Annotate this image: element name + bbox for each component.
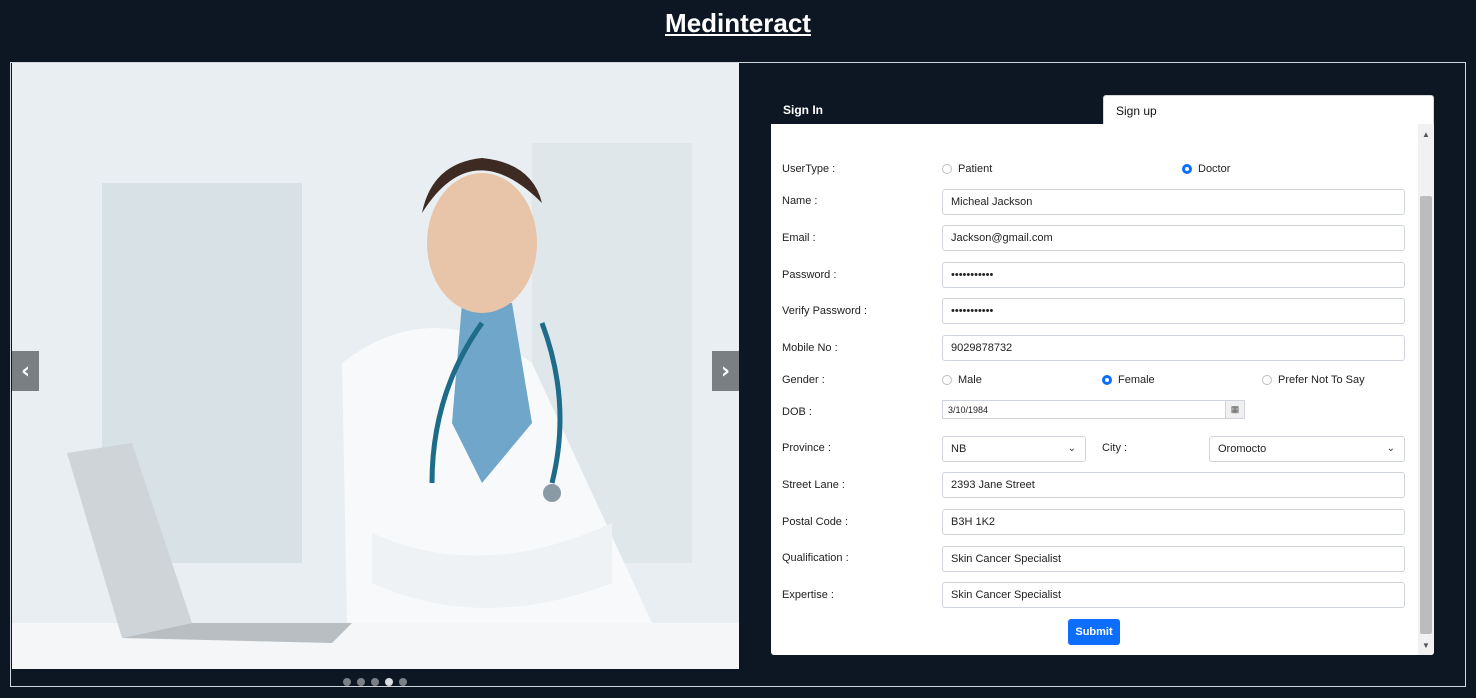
usertype-option-label: Patient (958, 163, 993, 175)
password-input[interactable]: ••••••••••• (942, 262, 1405, 288)
mobile-input[interactable]: 9029878732 (942, 335, 1405, 361)
radio-icon (942, 375, 952, 385)
carousel-dot[interactable] (343, 678, 351, 686)
dob-label: DOB : (782, 406, 812, 418)
name-label: Name : (782, 195, 818, 207)
carousel-dot-active[interactable] (385, 678, 393, 686)
carousel-dot[interactable] (399, 678, 407, 686)
gender-prefer-not-radio[interactable]: Prefer Not To Say (1262, 374, 1365, 386)
city-value: Oromocto (1218, 443, 1267, 455)
carousel-slide (12, 63, 739, 669)
calendar-icon[interactable]: ▦ (1225, 401, 1244, 418)
app-title: Medinteract (665, 8, 811, 38)
qualification-input[interactable]: Skin Cancer Specialist (942, 546, 1405, 572)
carousel-dot[interactable] (371, 678, 379, 686)
doctor-photo (12, 63, 739, 669)
gender-option-label: Male (958, 374, 982, 386)
city-select[interactable]: Oromocto ⌄ (1209, 436, 1405, 462)
radio-icon (1262, 375, 1272, 385)
province-value: NB (951, 443, 967, 455)
gender-option-label: Prefer Not To Say (1278, 374, 1365, 386)
street-label: Street Lane : (782, 479, 845, 491)
verify-password-label: Verify Password : (782, 305, 867, 317)
name-input[interactable]: Micheal Jackson (942, 189, 1405, 215)
radio-checked-icon (1102, 375, 1112, 385)
gender-label: Gender : (782, 374, 825, 386)
scroll-down-icon[interactable]: ▼ (1418, 637, 1434, 653)
gender-male-radio[interactable]: Male (942, 374, 982, 386)
chevron-down-icon: ⌄ (1067, 443, 1076, 454)
usertype-option-label: Doctor (1198, 163, 1231, 175)
signup-form: UserType : Patient Doctor Name : Micheal… (771, 124, 1434, 655)
province-label: Province : (782, 442, 831, 454)
password-label: Password : (782, 269, 837, 281)
chevron-down-icon: ⌄ (1386, 443, 1395, 454)
scrollbar-thumb[interactable] (1420, 196, 1432, 634)
carousel-dot[interactable] (357, 678, 365, 686)
scroll-up-icon[interactable]: ▲ (1418, 126, 1434, 142)
usertype-patient-radio[interactable]: Patient (942, 163, 992, 175)
radio-checked-icon (1182, 164, 1192, 174)
usertype-label: UserType : (782, 163, 836, 175)
mobile-label: Mobile No : (782, 342, 838, 354)
postal-code-label: Postal Code : (782, 516, 849, 528)
gender-female-radio[interactable]: Female (1102, 374, 1155, 386)
carousel-prev-button[interactable]: ‹ (12, 351, 39, 391)
expertise-label: Expertise : (782, 589, 834, 601)
submit-button[interactable]: Submit (1068, 619, 1120, 645)
usertype-doctor-radio[interactable]: Doctor (1182, 163, 1230, 175)
street-input[interactable]: 2393 Jane Street (942, 472, 1405, 498)
radio-icon (942, 164, 952, 174)
carousel-next-button[interactable]: › (712, 351, 739, 391)
tab-sign-in[interactable]: Sign In (771, 95, 1103, 125)
auth-tabs: Sign In Sign up (771, 95, 1434, 125)
email-label: Email : (782, 232, 816, 244)
city-label: City : (1102, 442, 1128, 454)
postal-code-input[interactable]: B3H 1K2 (942, 509, 1405, 535)
tab-sign-up[interactable]: Sign up (1103, 95, 1434, 125)
carousel-indicators (343, 678, 407, 686)
expertise-input[interactable]: Skin Cancer Specialist (942, 582, 1405, 608)
verify-password-input[interactable]: ••••••••••• (942, 298, 1405, 324)
gender-option-label: Female (1118, 374, 1155, 386)
dob-input[interactable]: 3/10/1984 ▦ (942, 400, 1245, 419)
dob-value: 3/10/1984 (948, 404, 989, 415)
qualification-label: Qualification : (782, 552, 849, 564)
form-scrollbar[interactable]: ▲ ▼ (1418, 124, 1434, 655)
email-input[interactable]: Jackson@gmail.com (942, 225, 1405, 251)
province-select[interactable]: NB ⌄ (942, 436, 1086, 462)
